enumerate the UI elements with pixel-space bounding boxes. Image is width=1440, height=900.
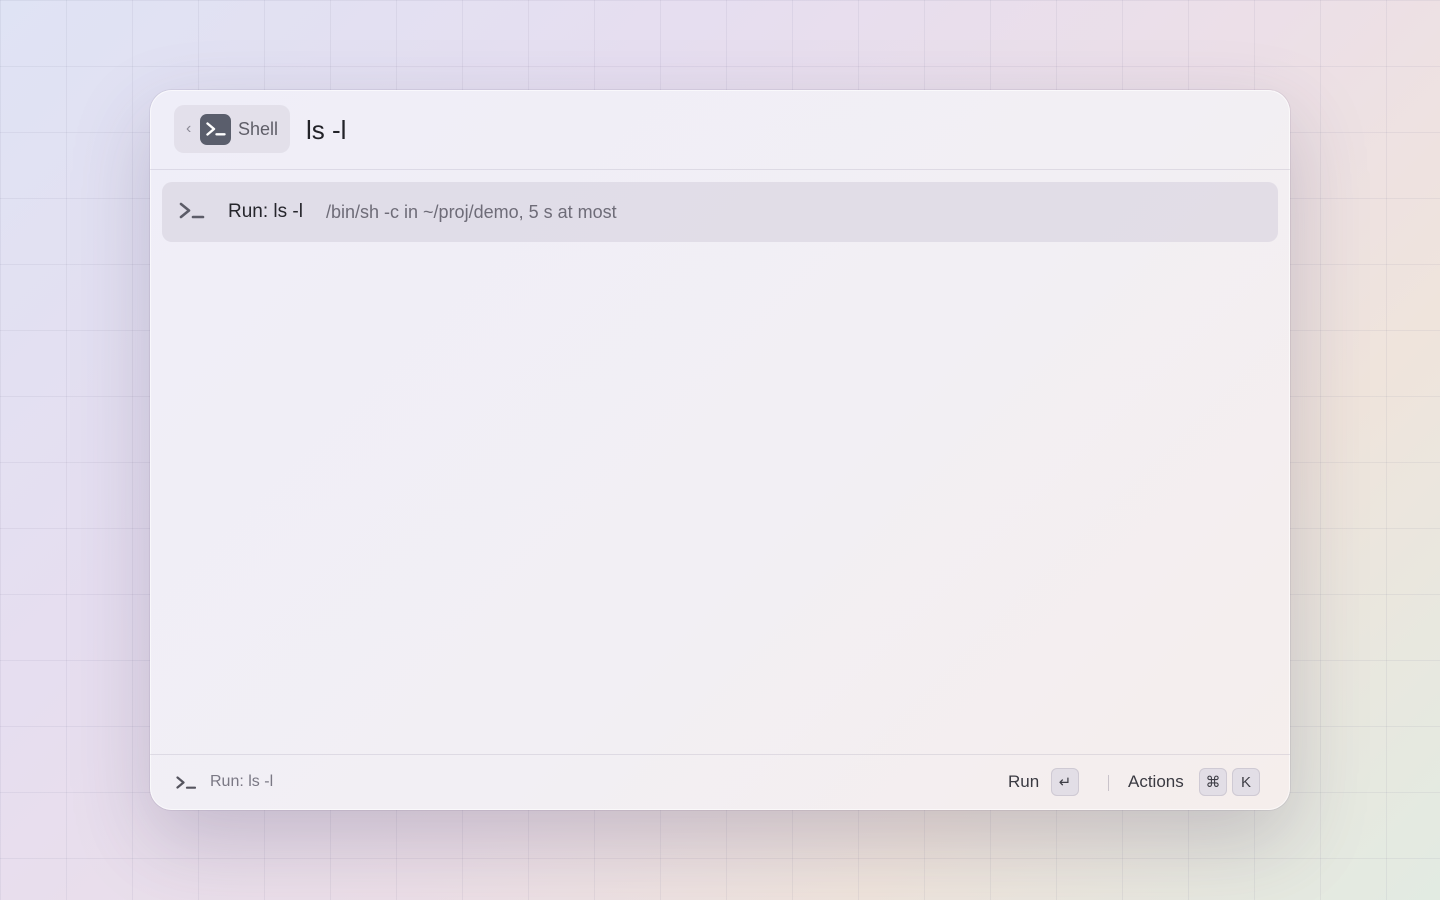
chevron-left-icon: ‹	[186, 120, 192, 137]
back-button[interactable]: ‹ Shell	[174, 105, 290, 153]
enter-key-hint: ↵	[1051, 768, 1079, 796]
result-row-run[interactable]: Run: ls -l /bin/sh -c in ~/proj/demo, 5 …	[162, 182, 1278, 242]
terminal-icon	[200, 113, 231, 145]
actions-button[interactable]: Actions	[1128, 772, 1184, 792]
terminal-icon	[176, 776, 197, 795]
back-chip-label: Shell	[238, 118, 279, 139]
search-header: ‹ Shell	[150, 90, 1290, 170]
result-subtitle: /bin/sh -c in ~/proj/demo, 5 s at most	[326, 201, 617, 222]
command-palette-window: ‹ Shell Run: ls -l /bin/sh -c in ~/proj/…	[150, 90, 1290, 810]
terminal-icon	[179, 202, 205, 225]
k-key-hint: K	[1232, 768, 1260, 796]
result-title: Run: ls -l	[228, 201, 303, 222]
footer-divider	[1108, 775, 1109, 791]
search-input[interactable]	[306, 110, 1206, 150]
command-key-hint: ⌘	[1199, 768, 1227, 796]
run-action-button[interactable]: Run	[1008, 772, 1039, 792]
selected-item-label: Run: ls -l	[210, 773, 274, 790]
action-bar: Run: ls -l Run ↵ Actions ⌘ K	[150, 754, 1290, 810]
